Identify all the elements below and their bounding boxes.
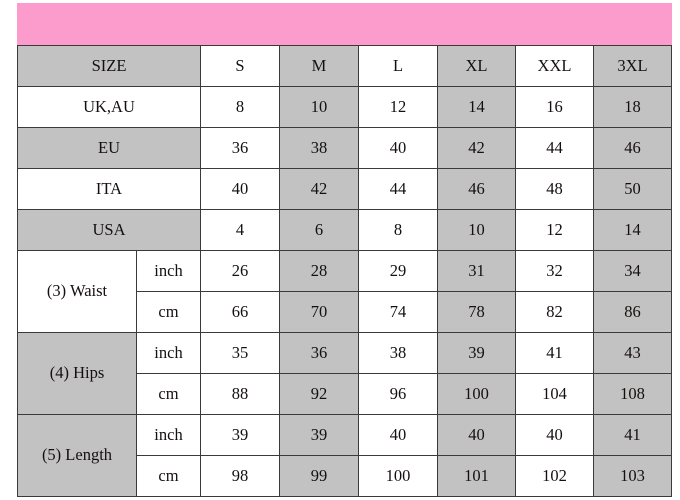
cell-value: 100 (358, 455, 438, 497)
header-size-label: SIZE (17, 45, 201, 87)
cell-value: 66 (200, 291, 280, 333)
row-label-ita: ITA (17, 168, 201, 210)
cell-value: 34 (593, 250, 672, 292)
header-size-l: L (358, 45, 438, 87)
cell-value: 46 (593, 127, 672, 169)
cell-value: 40 (358, 127, 438, 169)
cell-value: 10 (279, 86, 359, 128)
cell-value: 100 (437, 373, 516, 415)
cell-value: 102 (515, 455, 594, 497)
row-label-eu: EU (17, 127, 201, 169)
header-size-3xl: 3XL (593, 45, 672, 87)
table-row: (3) Waist inch 26 28 29 31 32 34 (17, 250, 672, 333)
cell-value: 96 (358, 373, 438, 415)
cell-value: 74 (358, 291, 438, 333)
header-size-xl: XL (437, 45, 516, 87)
row-sublabel-inch: inch (136, 250, 201, 292)
cell-value: 28 (279, 250, 359, 292)
size-chart-page: SIZE S M L XL XXL 3XL UK,AU 8 10 12 14 1… (0, 0, 680, 500)
cell-value: 42 (279, 168, 359, 210)
cell-value: 8 (200, 86, 280, 128)
cell-value: 41 (515, 332, 594, 374)
cell-value: 82 (515, 291, 594, 333)
cell-value: 35 (200, 332, 280, 374)
cell-value: 42 (437, 127, 516, 169)
table-header-row: SIZE S M L XL XXL 3XL (17, 45, 672, 87)
cell-value: 38 (279, 127, 359, 169)
cell-value: 14 (593, 209, 672, 251)
cell-value: 39 (200, 414, 280, 456)
cell-value: 6 (279, 209, 359, 251)
cell-value: 86 (593, 291, 672, 333)
cell-value: 40 (358, 414, 438, 456)
row-sublabel-cm: cm (136, 291, 201, 333)
cell-value: 26 (200, 250, 280, 292)
row-label-usa: USA (17, 209, 201, 251)
row-label-uk-au: UK,AU (17, 86, 201, 128)
table-row: (5) Length inch 39 39 40 40 40 41 (17, 414, 672, 497)
cell-value: 38 (358, 332, 438, 374)
cell-value: 39 (279, 414, 359, 456)
row-sublabel-cm: cm (136, 373, 201, 415)
cell-value: 18 (593, 86, 672, 128)
table-row: USA 4 6 8 10 12 14 (17, 209, 672, 251)
table-row: (4) Hips inch 35 36 38 39 41 43 (17, 332, 672, 415)
cell-value: 32 (515, 250, 594, 292)
cell-value: 50 (593, 168, 672, 210)
row-label-waist: (3) Waist (17, 250, 137, 333)
cell-value: 103 (593, 455, 672, 497)
cell-value: 40 (437, 414, 516, 456)
cell-value: 39 (437, 332, 516, 374)
cell-value: 29 (358, 250, 438, 292)
cell-value: 16 (515, 86, 594, 128)
row-sublabel-inch: inch (136, 332, 201, 374)
cell-value: 40 (515, 414, 594, 456)
table-row: ITA 40 42 44 46 48 50 (17, 168, 672, 210)
cell-value: 12 (358, 86, 438, 128)
cell-value: 10 (437, 209, 516, 251)
header-size-xxl: XXL (515, 45, 594, 87)
table-row: EU 36 38 40 42 44 46 (17, 127, 672, 169)
cell-value: 36 (279, 332, 359, 374)
row-sublabel-cm: cm (136, 455, 201, 497)
cell-value: 88 (200, 373, 280, 415)
cell-value: 12 (515, 209, 594, 251)
cell-value: 14 (437, 86, 516, 128)
cell-value: 8 (358, 209, 438, 251)
cell-value: 40 (200, 168, 280, 210)
cell-value: 41 (593, 414, 672, 456)
cell-value: 70 (279, 291, 359, 333)
cell-value: 99 (279, 455, 359, 497)
cell-value: 92 (279, 373, 359, 415)
size-chart-container: SIZE S M L XL XXL 3XL UK,AU 8 10 12 14 1… (17, 45, 672, 497)
cell-value: 44 (515, 127, 594, 169)
cell-value: 31 (437, 250, 516, 292)
cell-value: 78 (437, 291, 516, 333)
header-size-s: S (200, 45, 280, 87)
row-sublabel-inch: inch (136, 414, 201, 456)
cell-value: 104 (515, 373, 594, 415)
row-label-hips: (4) Hips (17, 332, 137, 415)
cell-value: 98 (200, 455, 280, 497)
cell-value: 44 (358, 168, 438, 210)
cell-value: 101 (437, 455, 516, 497)
size-chart-table: SIZE S M L XL XXL 3XL UK,AU 8 10 12 14 1… (17, 45, 672, 497)
cell-value: 43 (593, 332, 672, 374)
header-size-m: M (279, 45, 359, 87)
pink-banner (17, 3, 672, 45)
cell-value: 108 (593, 373, 672, 415)
cell-value: 4 (200, 209, 280, 251)
cell-value: 48 (515, 168, 594, 210)
cell-value: 36 (200, 127, 280, 169)
cell-value: 46 (437, 168, 516, 210)
table-row: UK,AU 8 10 12 14 16 18 (17, 86, 672, 128)
row-label-length: (5) Length (17, 414, 137, 497)
